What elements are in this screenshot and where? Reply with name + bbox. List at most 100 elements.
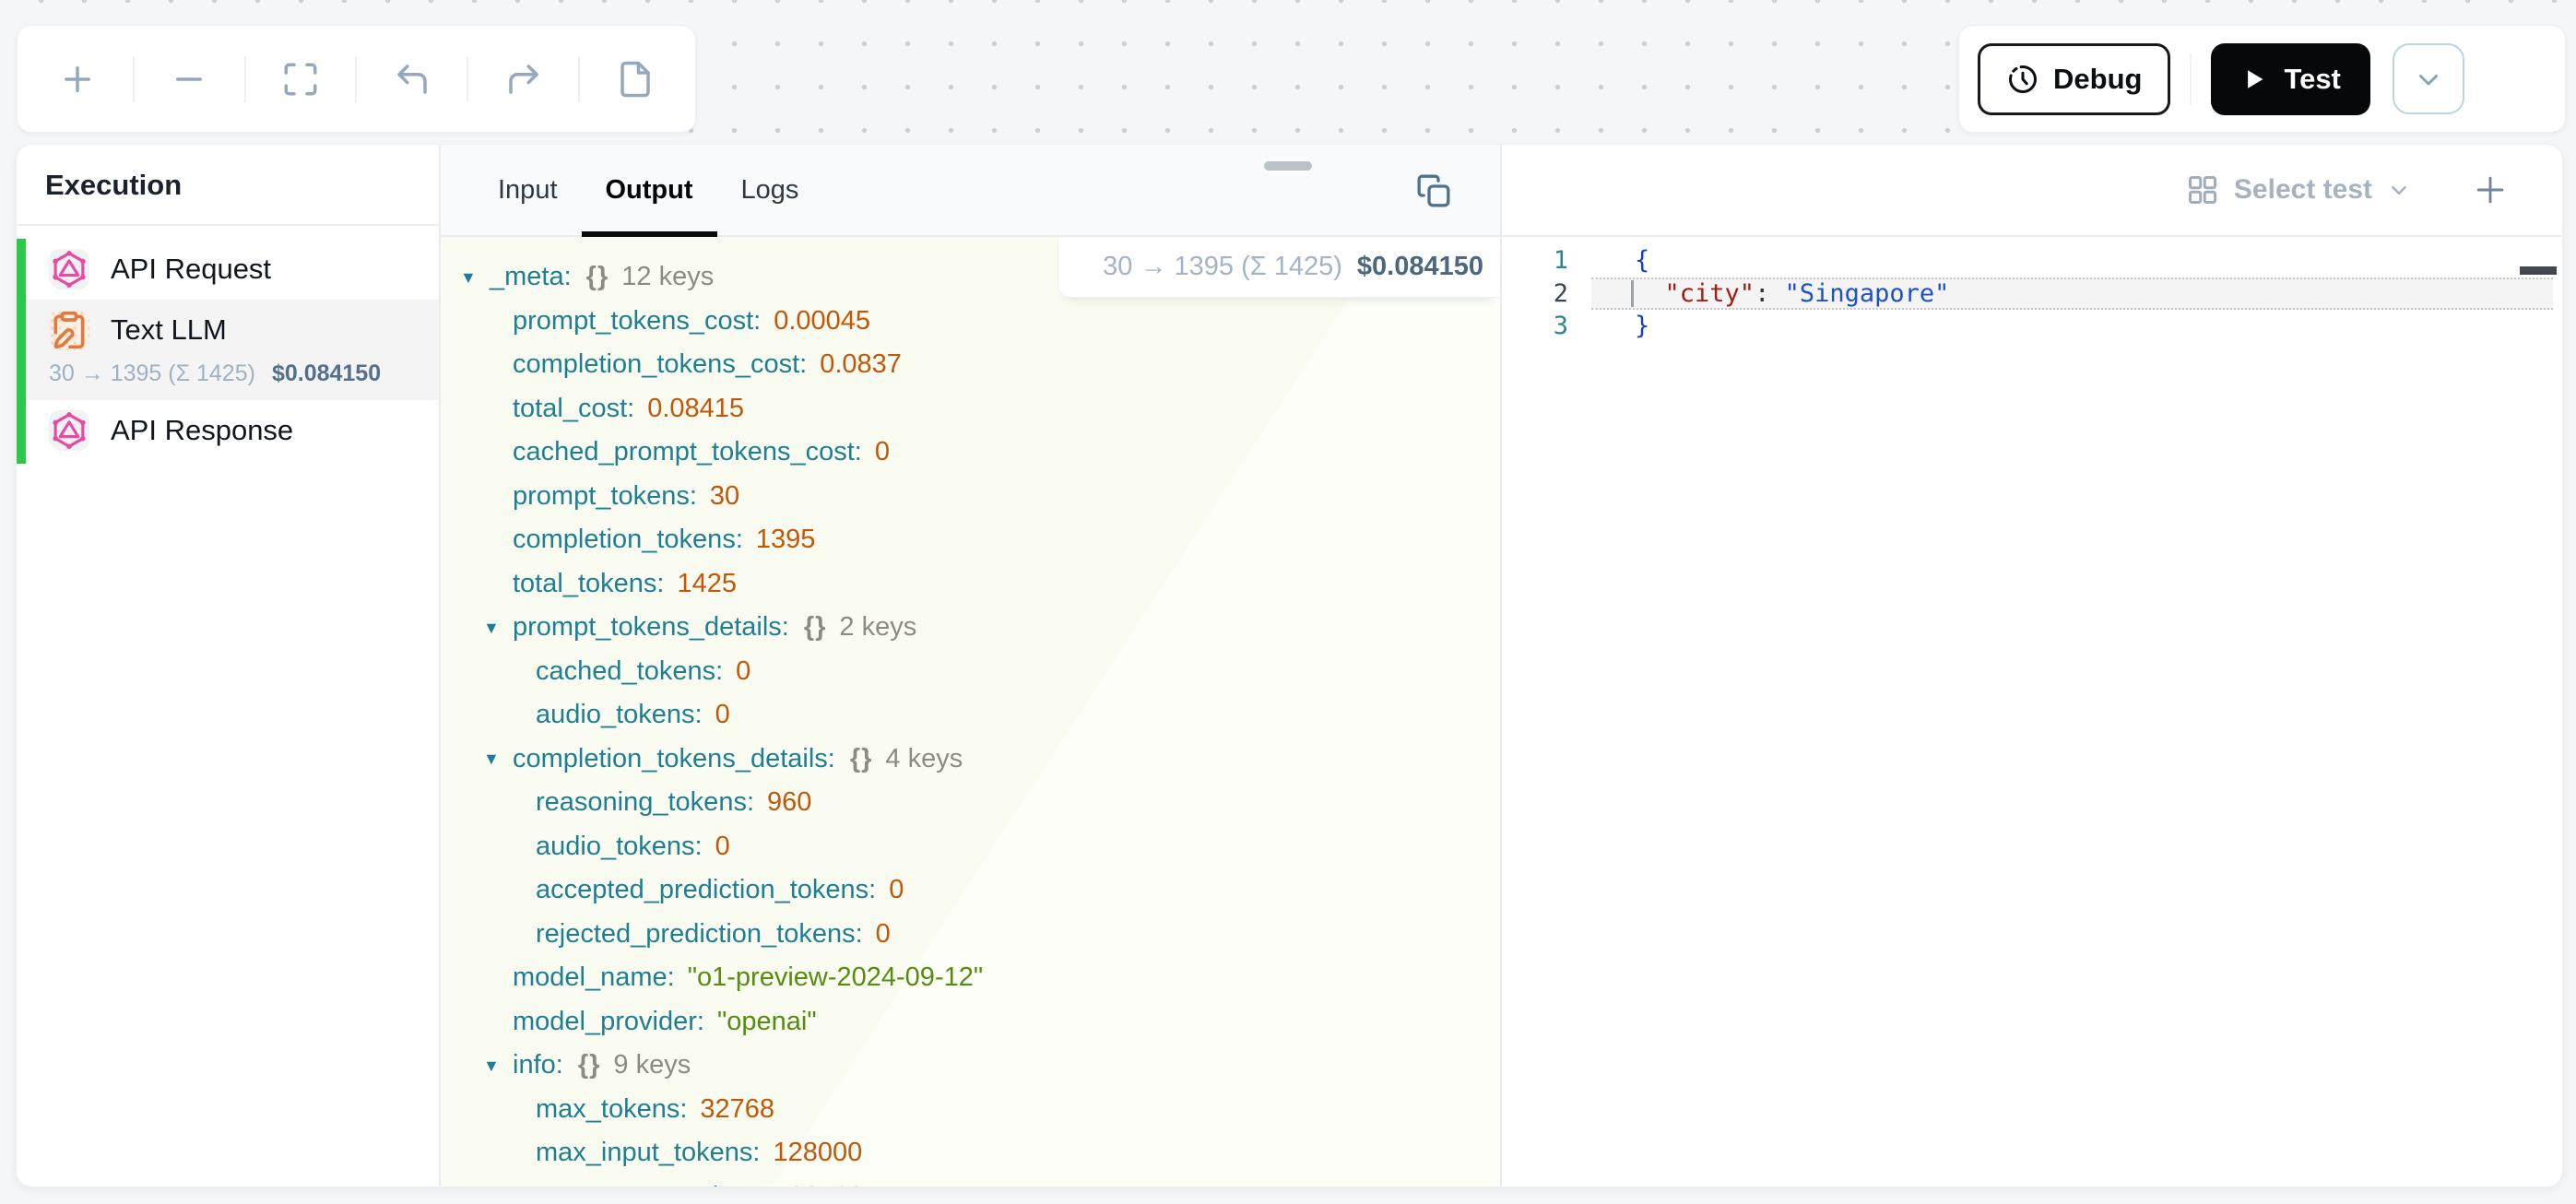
object-braces: {} (578, 1050, 601, 1080)
json-value: 30 (710, 481, 739, 512)
editor-scroll-marker (2520, 266, 2557, 275)
collapse-caret-icon[interactable]: ▼ (483, 1057, 513, 1074)
add-note-icon (616, 60, 655, 99)
debug-button[interactable]: Debug (1978, 43, 2170, 115)
json-key: prompt_tokens: (513, 481, 697, 512)
json-tree-row: ▼info: {} 9 keys (441, 1044, 1500, 1088)
debug-button-label: Debug (2053, 63, 2142, 96)
tab-logs[interactable]: Logs (717, 145, 823, 235)
test-button-label: Test (2284, 63, 2340, 96)
execution-step-list: API Request Text LLM 30 → 1395 (Σ 1425)$0.… (17, 239, 439, 461)
code-text: } (1635, 312, 1649, 340)
code-text: { (1635, 246, 1649, 275)
collapse-caret-icon[interactable]: ▼ (460, 269, 490, 286)
json-value: 0 (715, 832, 730, 862)
execution-step-api-response[interactable]: API Response (17, 400, 439, 461)
select-test-button[interactable]: Select test (2186, 173, 2411, 207)
chevron-down-icon (2387, 178, 2411, 202)
drawer-drag-handle[interactable] (1264, 161, 1312, 171)
json-key: audio_tokens: (536, 700, 703, 730)
json-tree-row: ▼prompt_tokens_cost:0.00045 (441, 300, 1500, 344)
json-tree-row: ▼max_output_tokens:32768 (441, 1175, 1500, 1187)
run-toolbar: Debug Test (1958, 25, 2566, 133)
zoom-in-button[interactable] (23, 26, 133, 132)
json-key: _meta: (490, 262, 572, 292)
editor-line-3[interactable]: 3} (1502, 310, 2562, 343)
json-tree-row: ▼cached_prompt_tokens_cost:0 (441, 431, 1500, 475)
json-key: prompt_tokens_details: (513, 612, 789, 643)
json-tree-row: ▼rejected_prediction_tokens:0 (441, 913, 1500, 957)
json-key: total_tokens: (513, 569, 664, 599)
redo-button[interactable] (468, 26, 578, 132)
step-label: Text LLM (111, 313, 227, 347)
api-node-icon (49, 249, 89, 289)
execution-step-api-request[interactable]: API Request (17, 239, 439, 300)
step-cost: $0.084150 (272, 360, 381, 387)
object-braces: {} (850, 744, 873, 774)
json-tree-row: ▼accepted_prediction_tokens:0 (441, 868, 1500, 913)
json-key: max_input_tokens: (536, 1138, 760, 1168)
fit-view-icon (281, 60, 320, 99)
json-key: info: (513, 1050, 563, 1080)
add-test-button[interactable] (2470, 170, 2511, 210)
json-key: rejected_prediction_tokens: (536, 919, 863, 950)
select-test-label: Select test (2234, 174, 2372, 206)
json-tree-row: ▼model_name:"o1-preview-2024-09-12" (441, 956, 1500, 1000)
test-button[interactable]: Test (2211, 43, 2369, 115)
json-tree-row: ▼completion_tokens:1395 (441, 518, 1500, 562)
json-value: "o1-preview-2024-09-12" (688, 962, 983, 993)
object-key-count: 12 keys (621, 262, 714, 292)
app-canvas: Debug Test Execution API RequestText LLM… (0, 0, 2576, 1204)
json-tree-row: ▼audio_tokens:0 (441, 825, 1500, 869)
editor-line-1[interactable]: 1{ (1502, 244, 2562, 277)
object-key-count: 4 keys (885, 744, 963, 774)
json-value: 0 (736, 656, 750, 687)
copy-output-button[interactable] (1415, 172, 1452, 209)
json-tree-row: ▼audio_tokens:0 (441, 693, 1500, 738)
test-json-editor[interactable]: 1{2 "city": "Singapore"3} (1502, 237, 2562, 1186)
undo-button[interactable] (357, 26, 467, 132)
test-panel-header: Select test (1502, 145, 2562, 237)
json-tree-row: ▼completion_tokens_cost:0.0837 (441, 343, 1500, 387)
json-key: audio_tokens: (536, 832, 703, 862)
step-label: API Response (111, 414, 293, 447)
redo-icon (504, 60, 543, 99)
api-node-icon (49, 410, 89, 451)
json-output-tree: ▼_meta:{}12 keys▼prompt_tokens_cost:0.00… (441, 237, 1500, 1186)
zoom-out-button[interactable] (135, 26, 244, 132)
undo-icon (393, 60, 431, 99)
collapse-caret-icon[interactable]: ▼ (483, 750, 513, 767)
execution-panel: Execution API Request Text LLM 30 → 1395 (… (17, 145, 441, 1186)
object-key-count: 2 keys (839, 612, 916, 643)
json-tree-row: ▼cached_tokens:0 (441, 650, 1500, 694)
json-value: 32768 (700, 1094, 774, 1125)
layout-grid-icon (2186, 173, 2219, 207)
tab-input[interactable]: Input (474, 145, 582, 235)
execution-panel-title: Execution (17, 145, 439, 226)
json-value: "openai" (717, 1007, 817, 1037)
json-tree-row: ▼reasoning_tokens:960 (441, 781, 1500, 825)
json-key: prompt_tokens_cost: (513, 306, 761, 336)
editor-line-2[interactable]: 2 "city": "Singapore" (1502, 277, 2562, 311)
execution-drawer: Execution API Request Text LLM 30 → 1395 (… (16, 144, 2563, 1187)
add-note-button[interactable] (580, 26, 690, 132)
json-tree-row: ▼completion_tokens_details:{}4 keys (441, 738, 1500, 782)
chevron-down-icon (2413, 64, 2444, 95)
json-key: accepted_prediction_tokens: (536, 875, 876, 905)
tab-output[interactable]: Output (582, 145, 717, 235)
step-usage-stats: 30 → 1395 (Σ 1425)$0.084150 (49, 360, 439, 387)
json-key: max_output_tokens: (536, 1182, 776, 1186)
execution-step-text-llm[interactable]: Text LLM 30 → 1395 (Σ 1425)$0.084150 (17, 300, 439, 400)
fit-view-button[interactable] (246, 26, 356, 132)
json-value: 32768 (789, 1182, 864, 1186)
test-options-button[interactable] (2393, 43, 2464, 114)
json-value: 1425 (677, 569, 737, 599)
collapse-caret-icon[interactable]: ▼ (483, 620, 513, 636)
toolbar-divider (2190, 53, 2192, 105)
object-key-count: 9 keys (613, 1050, 691, 1080)
json-tree-row: ▼total_cost:0.08415 (441, 387, 1500, 431)
json-value: 0.08415 (647, 394, 744, 424)
json-tree-row: ▼max_tokens:32768 (441, 1088, 1500, 1132)
json-value: 1395 (756, 525, 816, 555)
zoom-in-icon (58, 60, 97, 99)
